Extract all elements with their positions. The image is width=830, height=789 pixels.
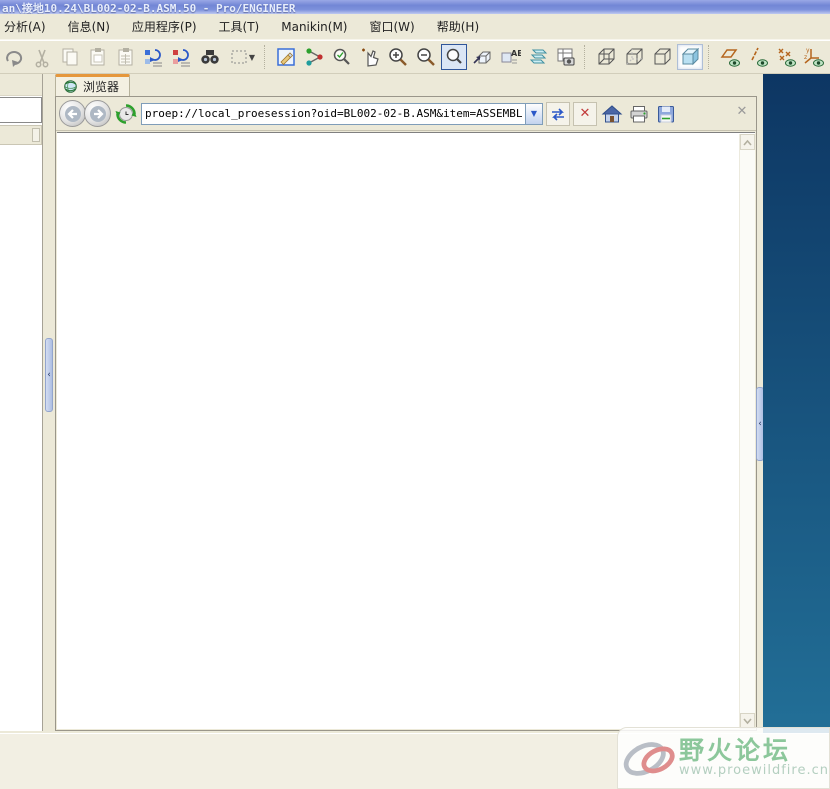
- svg-text:AB: AB: [511, 49, 521, 58]
- home-button[interactable]: [600, 102, 624, 126]
- copy-icon[interactable]: [57, 44, 83, 70]
- annotations-icon[interactable]: AB: [497, 44, 523, 70]
- browser-tab-row: 浏览器: [55, 74, 757, 96]
- scroll-up-button[interactable]: [740, 134, 755, 150]
- no-hidden-display-icon[interactable]: [649, 44, 675, 70]
- tab-browser[interactable]: 浏览器: [55, 74, 131, 96]
- go-refresh-button[interactable]: [546, 101, 570, 126]
- datum-axis-toggle-icon[interactable]: [745, 44, 771, 70]
- proengineer-window: an\接地10.24\BL002-02-B.ASM.50 - Pro/ENGIN…: [0, 0, 830, 789]
- navigator-header-button[interactable]: [32, 128, 40, 142]
- back-button[interactable]: [59, 100, 86, 127]
- find-geometry-icon[interactable]: [329, 44, 355, 70]
- select-hand-icon[interactable]: [357, 44, 383, 70]
- chevron-down-icon: ▼: [530, 109, 538, 118]
- save-floppy-icon: [658, 105, 674, 122]
- wireframe-display-icon[interactable]: [593, 44, 619, 70]
- zoom-out-icon[interactable]: [413, 44, 439, 70]
- save-button[interactable]: [654, 102, 678, 126]
- title-bar: an\接地10.24\BL002-02-B.ASM.50 - Pro/ENGIN…: [0, 0, 830, 14]
- toolbar-separator: [584, 45, 588, 69]
- home-icon: [601, 104, 623, 122]
- menu-help[interactable]: 帮助(H): [426, 14, 490, 39]
- zoom-fit-icon[interactable]: [441, 44, 467, 70]
- print-button[interactable]: [627, 102, 651, 126]
- menu-info[interactable]: 信息(N): [57, 14, 121, 39]
- wildfire-logo-icon: [623, 742, 675, 776]
- stop-icon: ✕: [579, 106, 591, 121]
- navigator-panel: [0, 74, 43, 731]
- datum-point-toggle-icon[interactable]: [773, 44, 799, 70]
- redo-icon[interactable]: [1, 44, 27, 70]
- printer-icon: [630, 105, 648, 122]
- svg-text:y: y: [806, 47, 810, 54]
- view-manager-icon[interactable]: [553, 44, 579, 70]
- close-icon: ✕: [736, 103, 748, 119]
- navigator-splitter[interactable]: ‹: [44, 74, 55, 733]
- browser-scrollbar[interactable]: [739, 134, 755, 729]
- menu-window[interactable]: 窗口(W): [359, 14, 426, 39]
- main-toolbar: ▼ AB: [0, 40, 830, 74]
- shaded-display-icon[interactable]: [677, 44, 703, 70]
- regenerate-icon[interactable]: [141, 44, 167, 70]
- csys-toggle-icon[interactable]: yz: [801, 44, 827, 70]
- watermark: 野火论坛 www.proewildfire.cn: [617, 727, 830, 789]
- refresh-globe-icon: [115, 103, 137, 124]
- menu-analysis[interactable]: 分析(A): [0, 14, 57, 39]
- paste-icon[interactable]: [85, 44, 111, 70]
- watermark-text: 野火论坛 www.proewildfire.cn: [679, 736, 829, 779]
- hidden-line-display-icon[interactable]: [621, 44, 647, 70]
- find-icon[interactable]: [197, 44, 223, 70]
- address-input[interactable]: [141, 102, 525, 125]
- go-arrows-icon: [552, 107, 564, 121]
- cut-icon[interactable]: [29, 44, 55, 70]
- watermark-url: www.proewildfire.cn: [679, 763, 829, 779]
- toolbar-separator: [708, 45, 712, 69]
- reload-session-button[interactable]: [114, 102, 138, 126]
- back-arrow-icon: [64, 105, 81, 122]
- address-combo: ▼: [141, 102, 543, 125]
- globe-icon: [64, 79, 77, 93]
- menu-manikin[interactable]: Manikin(M): [270, 16, 358, 38]
- collapse-left-icon: ‹: [758, 418, 762, 429]
- layers-icon[interactable]: [525, 44, 551, 70]
- forward-button[interactable]: [84, 100, 111, 127]
- navigator-toolbar: [0, 74, 42, 96]
- graphics-area[interactable]: [763, 74, 830, 733]
- forward-arrow-icon: [89, 105, 106, 122]
- connections-icon[interactable]: [301, 44, 327, 70]
- toolbar-separator: [264, 45, 268, 69]
- main-region: ‹ 浏览器 proep://local_proesession?oid=BL00…: [0, 74, 830, 733]
- navigator-collapse-handle[interactable]: ‹: [45, 338, 53, 412]
- tab-browser-label: 浏览器: [83, 79, 120, 94]
- browser-navbar: ▼ ✕: [56, 97, 756, 131]
- browser-close-button[interactable]: ✕: [734, 103, 750, 119]
- datum-plane-toggle-icon[interactable]: [717, 44, 743, 70]
- browser-panel: 浏览器 ▼: [55, 74, 757, 731]
- svg-text:z: z: [804, 54, 807, 61]
- reorient-view-icon[interactable]: [469, 44, 495, 70]
- chevron-up-icon: [743, 139, 752, 146]
- watermark-title: 野火论坛: [679, 736, 792, 766]
- browser-body: ▼ ✕: [55, 96, 757, 731]
- address-dropdown-button[interactable]: ▼: [525, 102, 543, 125]
- zoom-in-icon[interactable]: [385, 44, 411, 70]
- menu-tools[interactable]: 工具(T): [208, 14, 271, 39]
- browser-content: [57, 132, 755, 729]
- sketch-display-icon[interactable]: [273, 44, 299, 70]
- menu-bar: 分析(A) 信息(N) 应用程序(P) 工具(T) Manikin(M) 窗口(…: [0, 14, 830, 40]
- regenerate-custom-icon[interactable]: [169, 44, 195, 70]
- navigator-search-box[interactable]: [0, 97, 42, 123]
- stop-button[interactable]: ✕: [573, 101, 597, 126]
- selection-filter-caret-icon[interactable]: ▼: [249, 53, 255, 62]
- collapse-left-icon: ‹: [47, 369, 51, 380]
- menu-applications[interactable]: 应用程序(P): [121, 14, 208, 39]
- selection-filter-icon[interactable]: ▼: [225, 44, 259, 70]
- paste-special-icon[interactable]: [113, 44, 139, 70]
- window-title: an\接地10.24\BL002-02-B.ASM.50 - Pro/ENGIN…: [2, 2, 296, 14]
- navigator-header-bar: [0, 125, 42, 145]
- chevron-down-icon: [743, 717, 752, 724]
